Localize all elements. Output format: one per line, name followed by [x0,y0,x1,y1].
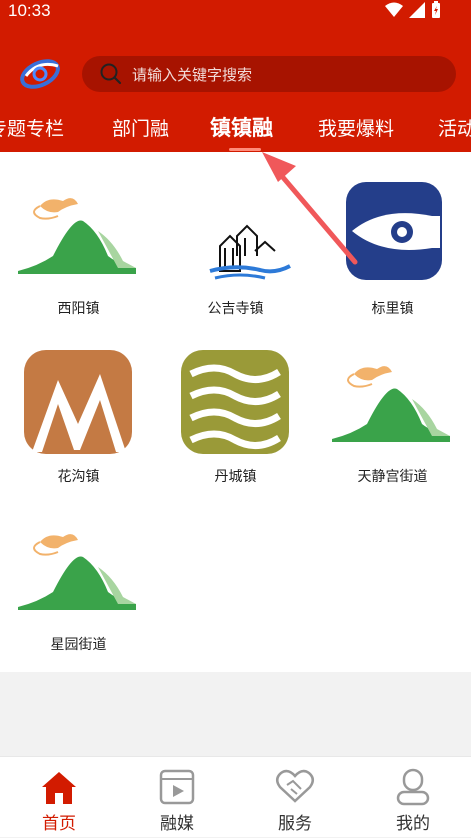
nav-home[interactable]: 首页 [0,757,118,838]
tab-report[interactable]: 我要爆料 [318,114,394,141]
mountain-logo-icon [18,534,136,610]
town-grid: 西阳镇 公吉寺镇 标里镇 花沟镇 丹城镇 天静宫街道 星园街道 [0,152,471,672]
active-tab-indicator [229,148,261,151]
status-time: 10:33 [8,1,51,20]
battery-icon [432,1,440,18]
town-item[interactable]: 丹城镇 [157,320,314,488]
app-logo[interactable] [18,54,64,92]
search-placeholder: 请输入关键字搜索 [132,66,253,84]
town-item[interactable]: 公吉寺镇 [157,152,314,320]
nav-home-label: 首页 [42,814,76,834]
bottom-nav: 首页 融媒 服务 我的 [0,756,471,837]
fish-logo-icon [346,182,442,280]
town-item[interactable]: 西阳镇 [0,152,157,320]
status-icons [385,0,441,20]
video-icon [159,769,195,805]
town-item[interactable]: 天静宫街道 [314,320,471,488]
waves-logo-icon [181,350,289,454]
town-name: 标里镇 [371,301,414,317]
town-item[interactable]: 花沟镇 [0,320,157,488]
nav-profile[interactable]: 我的 [354,757,471,838]
village-logo-icon [209,224,291,280]
search-bar[interactable]: 请输入关键字搜索 [82,56,456,92]
town-item[interactable]: 标里镇 [314,152,471,320]
home-icon [42,772,76,804]
nav-service-label: 服务 [278,814,312,834]
town-name: 公吉寺镇 [207,301,264,317]
m-logo-icon [24,350,132,454]
town-name: 花沟镇 [57,469,100,485]
user-icon [396,768,430,806]
wifi-icon [385,2,403,17]
mountain-logo-icon [332,366,450,442]
category-tabs: 专题专栏 部门融 镇镇融 我要爆料 活动 [0,112,471,152]
tab-department[interactable]: 部门融 [112,114,169,141]
nav-service[interactable]: 服务 [236,757,354,838]
mountain-logo-icon [18,198,136,274]
nav-media[interactable]: 融媒 [118,757,236,838]
search-icon [100,63,122,85]
nav-media-label: 融媒 [160,814,194,834]
tab-towns[interactable]: 镇镇融 [210,112,273,142]
header: 请输入关键字搜索 专题专栏 部门融 镇镇融 我要爆料 活动 [0,28,471,152]
status-bar: 10:33 [0,0,471,28]
town-name: 天静宫街道 [357,469,428,485]
town-name: 西阳镇 [57,301,100,317]
tab-special-column[interactable]: 专题专栏 [0,114,64,141]
town-name: 丹城镇 [214,469,257,485]
handshake-icon [276,769,314,803]
tab-activity[interactable]: 活动 [438,114,471,141]
town-item[interactable]: 星园街道 [0,488,157,656]
town-name: 星园街道 [50,637,107,653]
nav-profile-label: 我的 [396,814,430,834]
signal-icon [409,2,425,18]
